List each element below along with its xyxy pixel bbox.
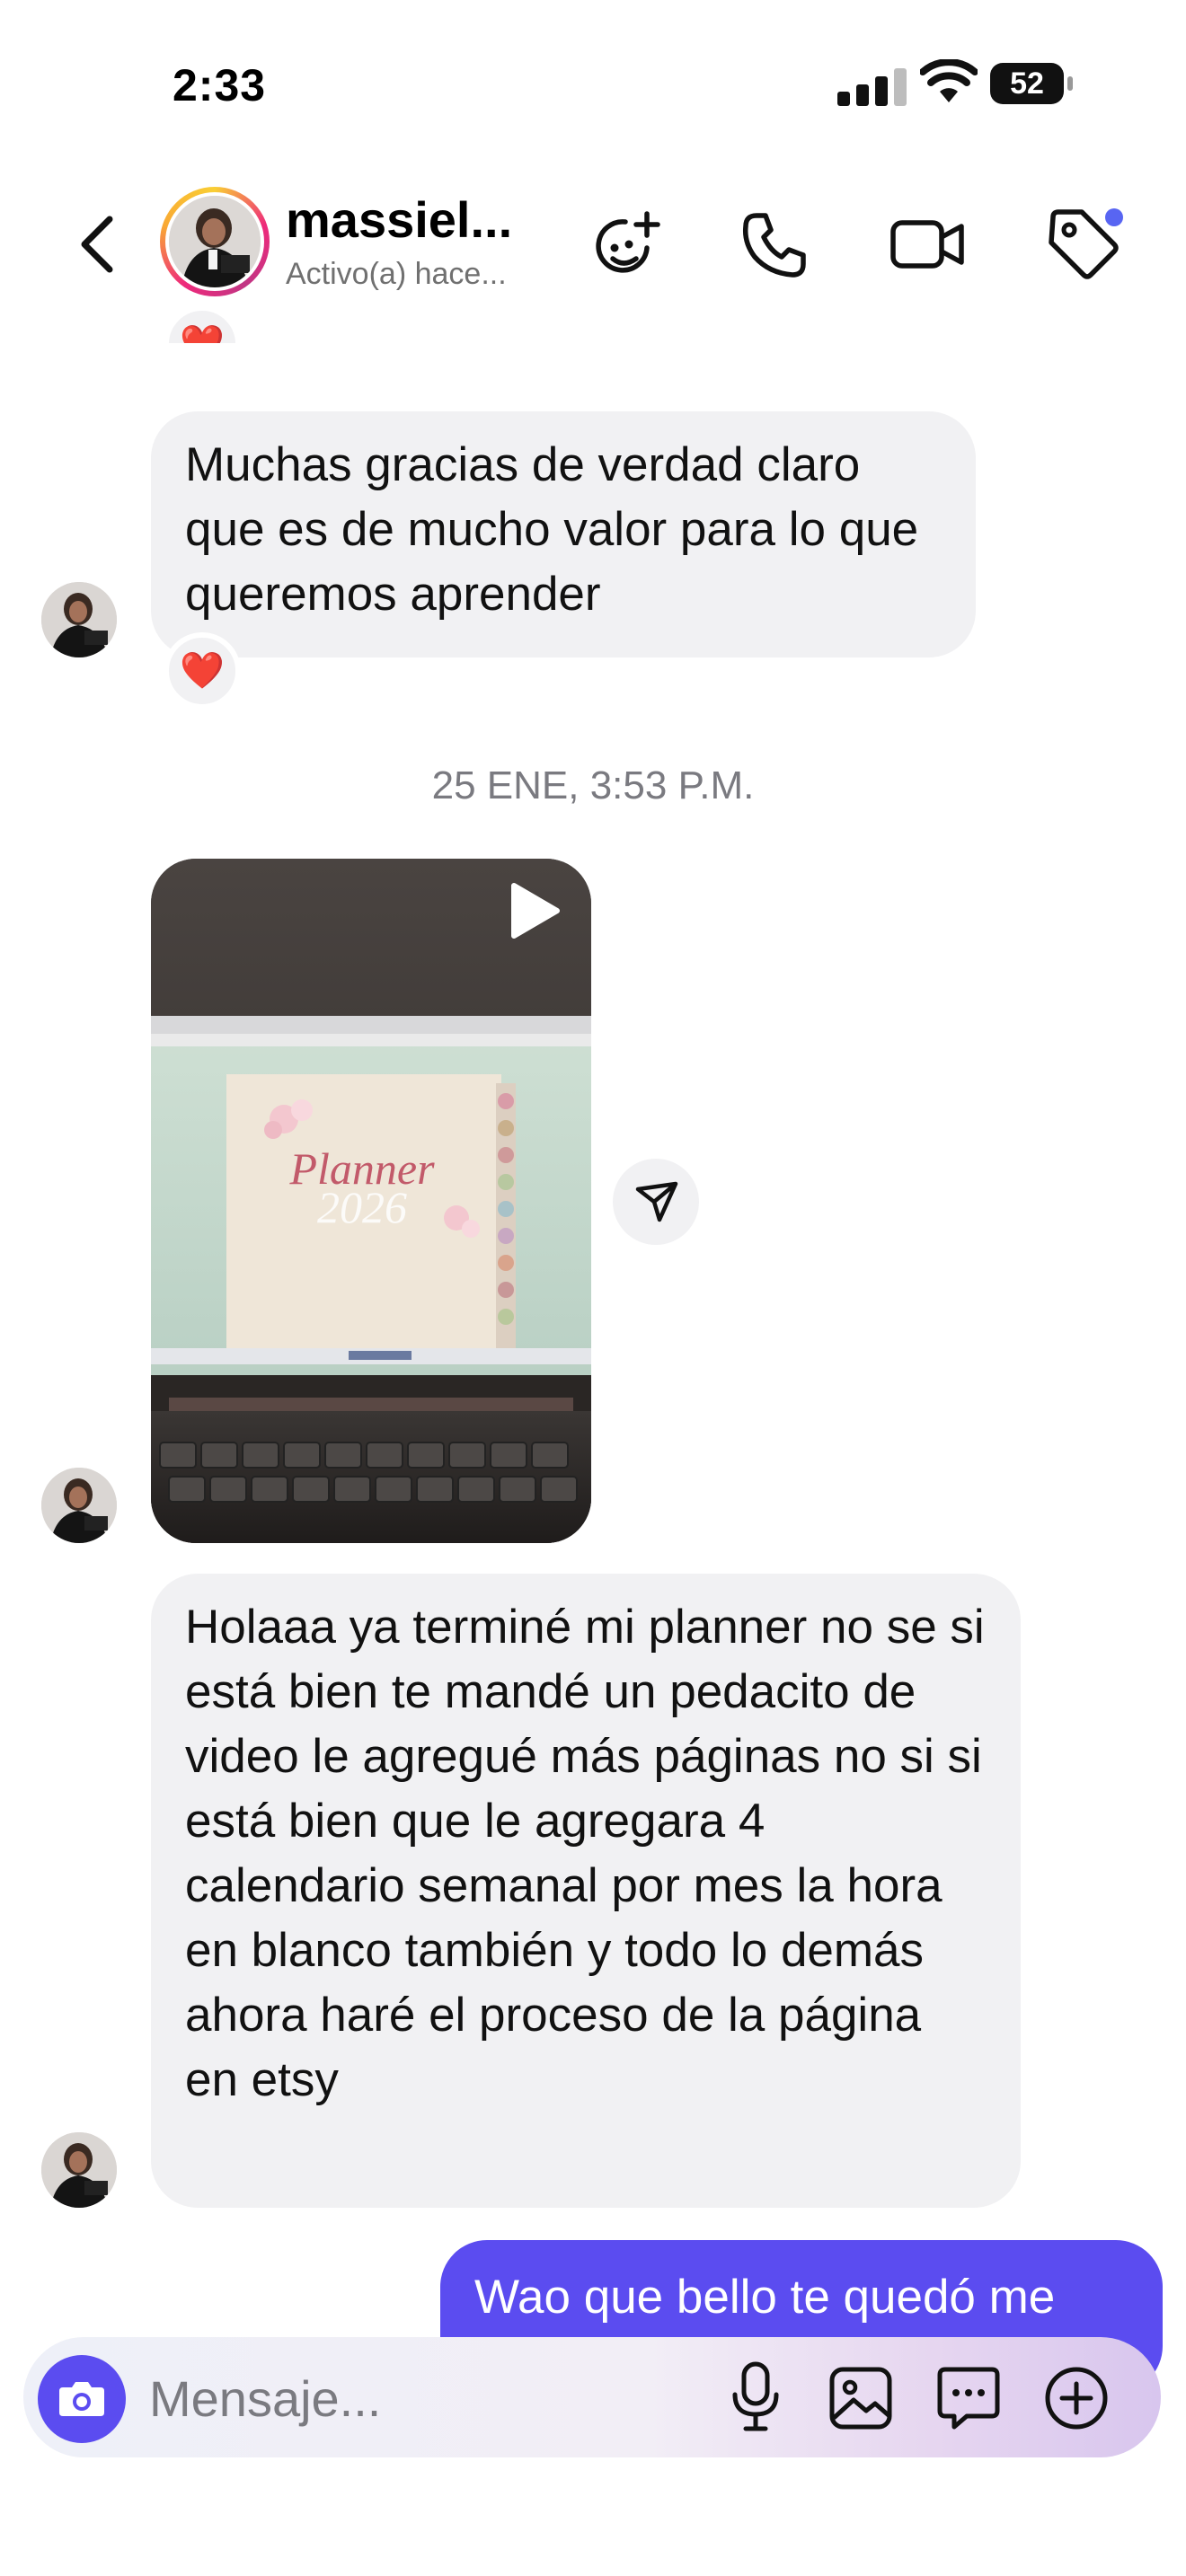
incoming-message-bubble[interactable]: Holaaa ya terminé mi planner no se si es…	[151, 1574, 1021, 2208]
back-arrow-icon[interactable]	[70, 208, 124, 280]
sender-avatar[interactable]	[41, 582, 117, 657]
send-icon	[635, 1181, 678, 1222]
reaction-heart[interactable]: ❤️	[164, 632, 241, 710]
cellular-signal-icon	[837, 68, 907, 106]
sender-avatar[interactable]	[41, 2132, 117, 2208]
contact-name[interactable]: massiel...	[286, 190, 512, 249]
status-time: 2:33	[173, 60, 267, 110]
notification-dot	[1105, 208, 1123, 226]
share-button[interactable]	[613, 1159, 699, 1245]
tag-icon[interactable]	[1044, 205, 1125, 286]
date-separator: 25 ENE, 3:53 P.M.	[431, 763, 755, 807]
battery-level: 52	[1010, 66, 1044, 101]
video-call-icon[interactable]	[888, 208, 969, 280]
message-input[interactable]	[149, 2362, 688, 2434]
battery-indicator: 52	[990, 63, 1073, 104]
camera-button[interactable]	[38, 2355, 126, 2443]
contact-avatar[interactable]	[160, 187, 270, 296]
video-message-thumbnail[interactable]: Planner 2026	[151, 859, 591, 1543]
planner-year-text: 2026	[317, 1182, 407, 1232]
incoming-message-bubble[interactable]: Muchas gracias de verdad claro que es de…	[151, 411, 976, 657]
gallery-icon[interactable]	[825, 2362, 897, 2434]
effects-icon[interactable]	[595, 208, 667, 280]
contact-activity-status: Activo(a) hace...	[286, 257, 507, 291]
sender-avatar[interactable]	[41, 1468, 117, 1543]
microphone-icon[interactable]	[724, 2357, 787, 2438]
sticker-icon[interactable]	[933, 2362, 1005, 2434]
camera-icon	[59, 2382, 104, 2416]
phone-icon[interactable]	[739, 208, 810, 280]
wifi-icon	[920, 59, 978, 102]
plus-icon[interactable]	[1040, 2362, 1112, 2434]
